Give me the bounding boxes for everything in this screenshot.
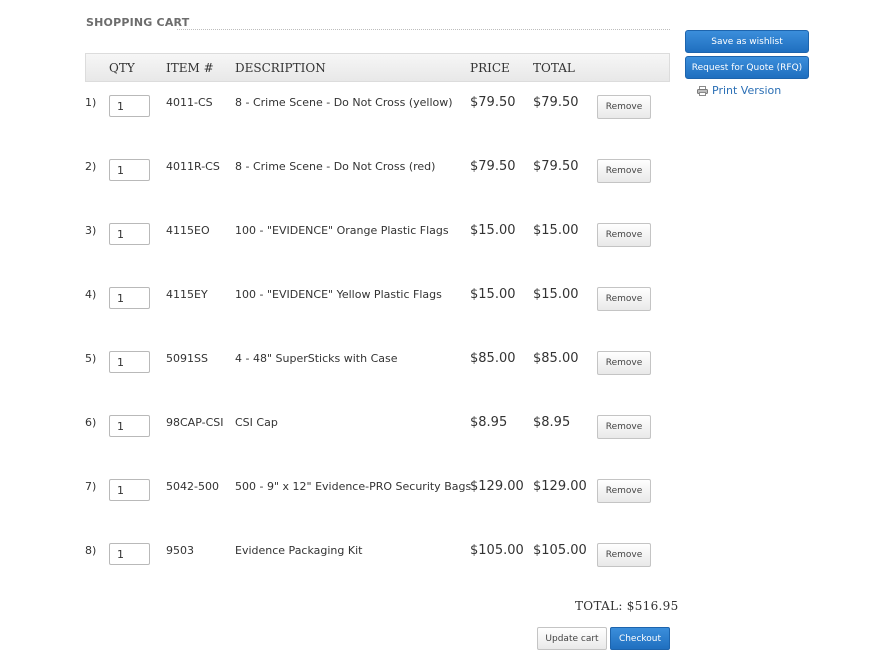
item-total: $8.95 <box>533 415 571 430</box>
item-price: $8.95 <box>470 415 508 430</box>
row-index: 8) <box>85 544 97 557</box>
printer-icon <box>697 85 708 96</box>
item-description: 100 - "EVIDENCE" Yellow Plastic Flags <box>235 288 442 301</box>
item-description: 4 - 48" SuperSticks with Case <box>235 352 398 365</box>
row-index: 7) <box>85 480 97 493</box>
item-number: 4011-CS <box>166 96 213 109</box>
cart-row: 1) 4011-CS 8 - Crime Scene - Do Not Cros… <box>85 86 670 150</box>
row-index: 2) <box>85 160 97 173</box>
item-number: 98CAP-CSI <box>166 416 224 429</box>
print-version-link[interactable]: Print Version <box>697 84 781 97</box>
item-number: 4115EO <box>166 224 210 237</box>
remove-button[interactable]: Remove <box>597 415 651 439</box>
quantity-input[interactable] <box>109 543 150 565</box>
item-number: 9503 <box>166 544 194 557</box>
quantity-input[interactable] <box>109 479 150 501</box>
item-price: $79.50 <box>470 159 516 174</box>
request-quote-button[interactable]: Request for Quote (RFQ) <box>685 56 809 79</box>
column-header-total: TOTAL <box>533 61 575 75</box>
item-total: $79.50 <box>533 95 579 110</box>
cart-row: 8) 9503 Evidence Packaging Kit $105.00 $… <box>85 534 670 598</box>
column-header-item: ITEM # <box>166 61 214 75</box>
remove-button[interactable]: Remove <box>597 287 651 311</box>
remove-button[interactable]: Remove <box>597 479 651 503</box>
item-description: 8 - Crime Scene - Do Not Cross (yellow) <box>235 96 453 109</box>
column-header-description: DESCRIPTION <box>235 61 326 75</box>
item-description: CSI Cap <box>235 416 278 429</box>
cart-grand-total: TOTAL: $516.95 <box>575 599 679 613</box>
row-index: 5) <box>85 352 97 365</box>
item-total: $79.50 <box>533 159 579 174</box>
cart-row: 3) 4115EO 100 - "EVIDENCE" Orange Plasti… <box>85 214 670 278</box>
remove-button[interactable]: Remove <box>597 351 651 375</box>
item-total: $85.00 <box>533 351 579 366</box>
quantity-input[interactable] <box>109 159 150 181</box>
item-number: 5091SS <box>166 352 208 365</box>
checkout-button[interactable]: Checkout <box>610 627 670 650</box>
remove-button[interactable]: Remove <box>597 543 651 567</box>
quantity-input[interactable] <box>109 287 150 309</box>
cart-row: 6) 98CAP-CSI CSI Cap $8.95 $8.95 Remove <box>85 406 670 470</box>
item-total: $105.00 <box>533 543 587 558</box>
quantity-input[interactable] <box>109 415 150 437</box>
cart-heading: SHOPPING CART <box>86 16 190 29</box>
item-price: $15.00 <box>470 223 516 238</box>
column-header-price: PRICE <box>470 61 510 75</box>
item-number: 5042-500 <box>166 480 219 493</box>
cart-row: 2) 4011R-CS 8 - Crime Scene - Do Not Cro… <box>85 150 670 214</box>
item-price: $105.00 <box>470 543 524 558</box>
item-description: Evidence Packaging Kit <box>235 544 363 557</box>
heading-divider <box>177 29 670 30</box>
item-number: 4115EY <box>166 288 208 301</box>
save-wishlist-button[interactable]: Save as wishlist <box>685 30 809 53</box>
print-version-label: Print Version <box>712 84 782 97</box>
item-number: 4011R-CS <box>166 160 220 173</box>
item-total: $129.00 <box>533 479 587 494</box>
item-price: $79.50 <box>470 95 516 110</box>
item-price: $129.00 <box>470 479 524 494</box>
item-total: $15.00 <box>533 223 579 238</box>
item-price: $85.00 <box>470 351 516 366</box>
cart-row: 5) 5091SS 4 - 48" SuperSticks with Case … <box>85 342 670 406</box>
row-index: 3) <box>85 224 97 237</box>
item-total: $15.00 <box>533 287 579 302</box>
quantity-input[interactable] <box>109 351 150 373</box>
row-index: 1) <box>85 96 97 109</box>
remove-button[interactable]: Remove <box>597 159 651 183</box>
quantity-input[interactable] <box>109 95 150 117</box>
column-header-qty: QTY <box>109 61 135 75</box>
item-description: 8 - Crime Scene - Do Not Cross (red) <box>235 160 436 173</box>
item-description: 100 - "EVIDENCE" Orange Plastic Flags <box>235 224 449 237</box>
remove-button[interactable]: Remove <box>597 223 651 247</box>
quantity-input[interactable] <box>109 223 150 245</box>
item-description: 500 - 9" x 12" Evidence-PRO Security Bag… <box>235 480 472 493</box>
row-index: 6) <box>85 416 97 429</box>
remove-button[interactable]: Remove <box>597 95 651 119</box>
row-index: 4) <box>85 288 97 301</box>
cart-table-header: QTY ITEM # DESCRIPTION PRICE TOTAL <box>85 53 670 82</box>
update-cart-button[interactable]: Update cart <box>537 627 607 650</box>
item-price: $15.00 <box>470 287 516 302</box>
cart-row: 4) 4115EY 100 - "EVIDENCE" Yellow Plasti… <box>85 278 670 342</box>
cart-row: 7) 5042-500 500 - 9" x 12" Evidence-PRO … <box>85 470 670 534</box>
